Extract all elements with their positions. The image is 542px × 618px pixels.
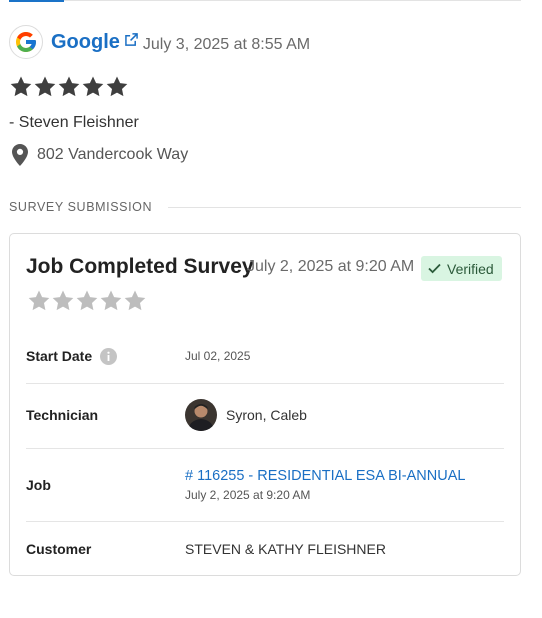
- survey-card: Job Completed Survey July 2, 2025 at 9:2…: [9, 233, 521, 576]
- section-label: SURVEY SUBMISSION: [9, 200, 153, 214]
- verified-badge: Verified: [421, 256, 502, 281]
- verified-label: Verified: [447, 260, 494, 277]
- review-source-name: Google: [51, 30, 120, 53]
- customer-label: Customer: [26, 541, 92, 557]
- survey-date: July 2, 2025 at 9:20 AM: [247, 258, 415, 275]
- review-location: 802 Vandercook Way: [9, 144, 188, 166]
- check-icon: [428, 263, 441, 274]
- customer-row: Customer STEVEN & KATHY FLEISHNER: [26, 537, 504, 561]
- technician-name: Syron, Caleb: [226, 407, 307, 423]
- star-icon: [123, 289, 147, 318]
- technician-avatar: [185, 399, 217, 431]
- star-icon: [51, 289, 75, 318]
- star-icon: [33, 75, 57, 104]
- google-logo-icon: [9, 25, 43, 59]
- external-link-icon: [125, 32, 138, 46]
- review-star-rating: [9, 75, 129, 104]
- section-divider: [168, 206, 521, 208]
- star-icon: [81, 75, 105, 104]
- survey-title: Job Completed Survey: [26, 255, 254, 278]
- job-link[interactable]: # 116255 - RESIDENTIAL ESA BI-ANNUAL: [185, 468, 465, 484]
- star-icon: [105, 75, 129, 104]
- star-icon: [57, 75, 81, 104]
- star-icon: [99, 289, 123, 318]
- job-label: Job: [26, 477, 51, 493]
- job-row: Job # 116255 - RESIDENTIAL ESA BI-ANNUAL…: [26, 464, 504, 506]
- job-date: July 2, 2025 at 9:20 AM: [185, 488, 311, 502]
- start-date-value: Jul 02, 2025: [185, 349, 251, 363]
- reviewer-name: - Steven Fleishner: [9, 114, 139, 131]
- technician-row: Technician Syron, Caleb: [26, 398, 504, 432]
- top-divider: [9, 0, 521, 1]
- customer-name: STEVEN & KATHY FLEISHNER: [185, 541, 386, 557]
- row-divider: [26, 521, 504, 522]
- start-date-row: Start Date Jul 02, 2025: [26, 343, 504, 369]
- info-icon[interactable]: [100, 347, 118, 365]
- start-date-label: Start Date: [26, 348, 93, 364]
- review-header: Google July 3, 2025 at 8:55 AM: [9, 25, 310, 59]
- location-address: 802 Vandercook Way: [37, 146, 189, 163]
- survey-star-rating: [27, 289, 147, 318]
- survey-section-header: SURVEY SUBMISSION: [9, 200, 521, 214]
- technician-label: Technician: [26, 407, 99, 423]
- star-icon: [9, 75, 33, 104]
- review-date: July 3, 2025 at 8:55 AM: [142, 36, 311, 53]
- active-tab-indicator: [9, 0, 64, 2]
- map-pin-icon: [12, 144, 28, 166]
- google-source-link[interactable]: Google: [51, 31, 138, 54]
- row-divider: [26, 448, 504, 449]
- row-divider: [26, 383, 504, 384]
- star-icon: [27, 289, 51, 318]
- star-icon: [75, 289, 99, 318]
